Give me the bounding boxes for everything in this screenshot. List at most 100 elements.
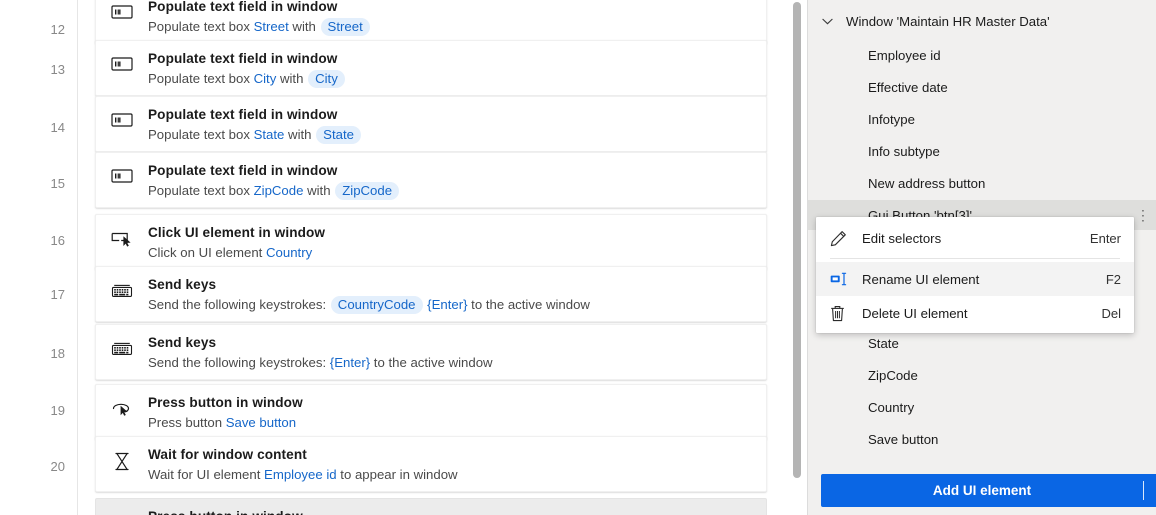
line-number: 15 <box>50 176 65 191</box>
ui-element-tree-item[interactable]: Effective date <box>808 72 1156 102</box>
ui-element-tree-item[interactable]: ZipCode <box>808 360 1156 390</box>
ui-elements-pane: Window 'Maintain HR Master Data' Employe… <box>808 0 1156 515</box>
action-text: Press button in window <box>148 508 756 515</box>
action-row[interactable]: Click UI element in window Click on UI el… <box>95 214 767 270</box>
variable-badge[interactable]: ZipCode <box>335 182 400 200</box>
press-button-icon <box>96 394 148 416</box>
action-row[interactable]: Populate text field in window Populate te… <box>95 0 767 44</box>
action-row[interactable]: Send keys Send the following keystrokes: … <box>95 266 767 322</box>
more-options-icon[interactable]: · · · <box>1137 203 1149 227</box>
text-field-icon <box>96 50 148 72</box>
trash-icon <box>830 305 860 322</box>
press-button-icon <box>96 508 148 515</box>
ui-element-tree-item[interactable]: Infotype <box>808 104 1156 134</box>
ui-element-link[interactable]: Employee id <box>264 467 337 482</box>
variable-badge[interactable]: State <box>316 126 361 144</box>
action-text: Populate text field in window Populate te… <box>148 50 756 88</box>
description-text: Populate text box <box>148 19 254 34</box>
click-ui-element-icon <box>96 224 148 247</box>
ui-element-tree-item[interactable]: Country <box>808 392 1156 422</box>
context-menu-item-shortcut: F2 <box>1105 271 1121 287</box>
chevron-down-icon[interactable] <box>1144 487 1156 494</box>
description-text: with <box>288 19 320 34</box>
variable-badge[interactable]: City <box>308 70 345 88</box>
action-row[interactable]: Populate text field in window Populate te… <box>95 96 767 152</box>
description-text: Wait for UI element <box>148 467 265 482</box>
ui-element-link[interactable]: Country <box>266 245 312 260</box>
ui-element-link[interactable]: State <box>254 127 285 142</box>
ui-element-link[interactable]: ZipCode <box>254 183 304 198</box>
ui-element-tree-item-label: Employee id <box>868 47 941 63</box>
action-description: Wait for UI element Employee id to appea… <box>148 465 756 484</box>
chevron-down-icon[interactable] <box>808 18 846 25</box>
action-text: Populate text field in window Populate te… <box>148 0 756 36</box>
variable-badge[interactable]: Street <box>320 18 370 36</box>
context-menu-item-label: Rename UI element <box>862 271 980 287</box>
action-title: Send keys <box>148 277 217 292</box>
app-root: 12 13 14 15 16 17 18 19 20 Populate text field i… <box>0 0 1156 515</box>
action-row[interactable]: Press button in window <box>95 498 767 515</box>
ui-element-link[interactable]: {Enter} <box>330 355 370 370</box>
action-row[interactable]: Wait for window content Wait for UI eleme… <box>95 436 767 492</box>
ui-element-context-menu: Edit selectors Enter Rename UI element F2 De… <box>816 217 1134 333</box>
action-description: Populate text box ZipCode with ZipCode <box>148 181 756 200</box>
action-title: Click UI element in window <box>148 225 326 240</box>
ui-element-link[interactable]: Save button <box>226 415 296 430</box>
action-row[interactable]: Press button in window Press button Save … <box>95 384 767 440</box>
add-ui-element-label: Add UI element <box>932 483 1032 498</box>
action-title: Wait for window content <box>148 447 307 462</box>
action-title: Populate text field in window <box>148 163 338 178</box>
ui-element-link[interactable]: {Enter} <box>427 297 467 312</box>
context-menu-item[interactable]: Rename UI element F2 <box>816 262 1134 296</box>
action-title: Populate text field in window <box>148 0 338 14</box>
add-ui-element-button[interactable]: Add UI element <box>821 474 1156 507</box>
action-text: Wait for window content Wait for UI eleme… <box>148 446 756 484</box>
add-button-divider <box>1143 481 1144 500</box>
description-text: Press button <box>148 415 226 430</box>
ui-element-tree-item[interactable]: Employee id <box>808 40 1156 70</box>
ui-element-tree-item[interactable]: Save button <box>808 424 1156 454</box>
rename-icon <box>830 272 860 286</box>
ui-element-tree-item[interactable]: New address button <box>808 168 1156 198</box>
ui-element-link[interactable]: Street <box>254 19 289 34</box>
ui-element-tree-item-label: State <box>868 335 899 351</box>
flow-scrollbar-thumb[interactable] <box>793 2 801 478</box>
action-list: Populate text field in window Populate te… <box>78 0 808 515</box>
flow-designer-pane: 12 13 14 15 16 17 18 19 20 Populate text field i… <box>0 0 808 515</box>
line-number: 19 <box>50 403 65 418</box>
ui-element-tree-item[interactable]: Info subtype <box>808 136 1156 166</box>
line-number: 17 <box>50 287 65 302</box>
line-number: 18 <box>50 346 65 361</box>
variable-badge[interactable]: CountryCode <box>330 296 423 314</box>
line-number: 14 <box>50 120 65 135</box>
action-title: Press button in window <box>148 508 756 515</box>
tree-root-window[interactable]: Window 'Maintain HR Master Data' <box>808 8 1156 34</box>
ui-element-tree-item-label: Infotype <box>868 111 915 127</box>
ui-element-tree-item-label: Country <box>868 399 915 415</box>
context-menu-item[interactable]: Edit selectors Enter <box>816 221 1134 255</box>
action-row[interactable]: Populate text field in window Populate te… <box>95 40 767 96</box>
keyboard-icon <box>96 334 148 356</box>
ui-element-tree-item-label: Info subtype <box>868 143 940 159</box>
description-text: Populate text box <box>148 71 254 86</box>
action-text: Send keys Send the following keystrokes: … <box>148 276 756 314</box>
line-number: 20 <box>50 459 65 474</box>
description-text: Send the following keystrokes: <box>148 297 330 312</box>
context-menu-item-shortcut: Enter <box>1089 230 1121 246</box>
action-row[interactable]: Send keys Send the following keystrokes: … <box>95 324 767 380</box>
description-text: with <box>303 183 335 198</box>
action-text: Populate text field in window Populate te… <box>148 106 756 144</box>
context-menu-item-label: Edit selectors <box>862 230 942 246</box>
line-number-gutter: 12 13 14 15 16 17 18 19 20 <box>0 0 78 515</box>
description-text: Populate text box <box>148 183 254 198</box>
hourglass-icon <box>96 446 148 471</box>
action-description: Click on UI element Country <box>148 243 756 262</box>
description-text: Send the following keystrokes: <box>148 355 330 370</box>
ui-element-link[interactable]: City <box>254 71 277 86</box>
action-text: Click UI element in window Click on UI el… <box>148 224 756 262</box>
description-text: to appear in window <box>336 467 458 482</box>
action-row[interactable]: Populate text field in window Populate te… <box>95 152 767 208</box>
ui-element-tree-item-label: New address button <box>868 175 986 191</box>
action-description: Populate text box City with City <box>148 69 756 88</box>
context-menu-item[interactable]: Delete UI element Del <box>816 296 1134 330</box>
